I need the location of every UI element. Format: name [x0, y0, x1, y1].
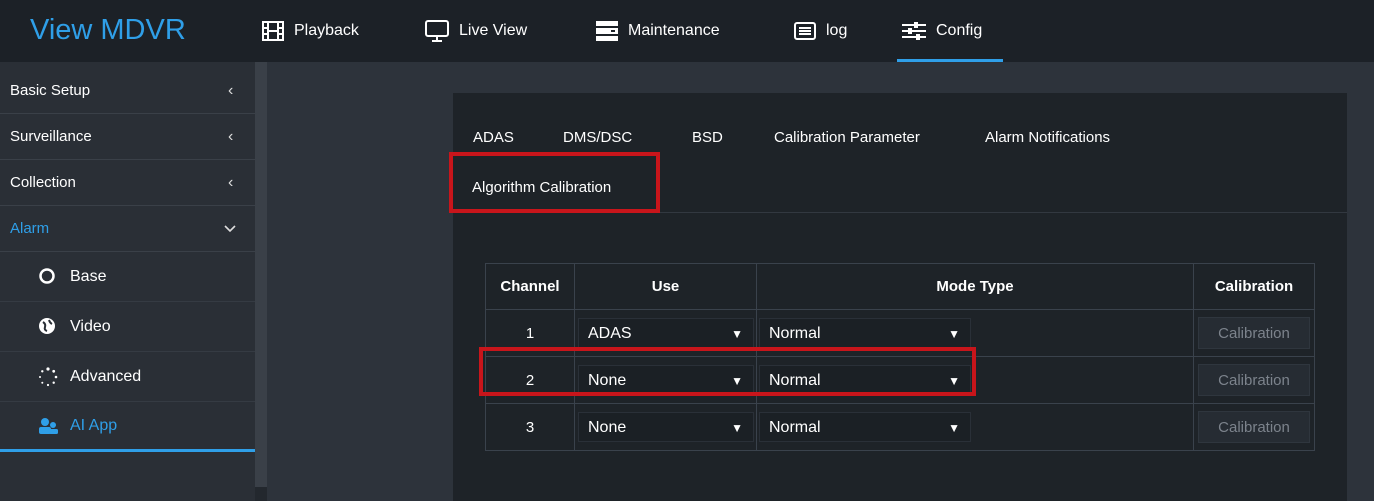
dropdown-arrow-icon: ▼ [731, 327, 743, 341]
sidebar-item-surveillance[interactable]: Surveillance ‹ [0, 114, 255, 160]
list-icon [794, 22, 816, 40]
nav-config[interactable]: Config [902, 0, 982, 62]
mode-cell: Normal ▼ [756, 403, 1194, 451]
sidebar-subitem-advanced[interactable]: Advanced [0, 352, 255, 402]
monitor-icon [425, 20, 449, 42]
tab-bsd[interactable]: BSD [692, 129, 723, 146]
calibration-button[interactable]: Calibration [1198, 317, 1310, 349]
highlight-box-tab [449, 152, 660, 213]
nav-log-label: log [826, 22, 848, 39]
use-cell: None ▼ [574, 403, 757, 451]
sidebar-item-alarm[interactable]: Alarm [0, 206, 255, 252]
nav-log[interactable]: log [794, 0, 847, 62]
sidebar-scrollbar[interactable] [255, 62, 267, 501]
dropdown-arrow-icon: ▼ [731, 421, 743, 435]
use-select-value: None [588, 419, 627, 436]
sidebar-subitem-label: Video [70, 317, 111, 335]
circle-icon [38, 267, 56, 290]
sidebar-item-label: Basic Setup [10, 82, 91, 99]
tab-dms-dsc[interactable]: DMS/DSC [563, 129, 632, 146]
table-header-row: Channel Use Mode Type Calibration [485, 263, 1315, 310]
sidebar-item-collection[interactable]: Collection ‹ [0, 160, 255, 206]
column-header-use: Use [574, 263, 757, 310]
sidebar-subitem-label: AI App [70, 417, 118, 434]
mode-select-value: Normal [769, 419, 821, 436]
chevron-left-icon: ‹ [228, 173, 234, 191]
spinner-icon [38, 367, 58, 392]
table-row: 3 None ▼ Normal ▼ Calibration [485, 403, 1315, 451]
mode-select[interactable]: Normal ▼ [759, 412, 971, 442]
highlight-box-row [479, 347, 976, 396]
nav-live-view[interactable]: Live View [425, 0, 527, 62]
users-icon [38, 417, 58, 440]
mode-select-value: Normal [769, 325, 821, 342]
calibration-button[interactable]: Calibration [1198, 411, 1310, 443]
column-header-mode-type: Mode Type [756, 263, 1194, 310]
nav-config-label: Config [936, 22, 983, 39]
nav-playback[interactable]: Playback [262, 0, 359, 62]
sidebar-item-label: Surveillance [10, 128, 92, 145]
sidebar-item-label: Collection [10, 174, 76, 191]
app-title: View MDVR [30, 14, 186, 46]
chevron-left-icon: ‹ [228, 81, 234, 99]
nav-maintenance[interactable]: Maintenance [596, 0, 720, 62]
calibration-cell: Calibration [1193, 403, 1315, 451]
dropdown-arrow-icon: ▼ [948, 327, 960, 341]
mode-select[interactable]: Normal ▼ [759, 318, 971, 348]
sidebar-subitem-label: Advanced [70, 367, 142, 385]
chevron-left-icon: ‹ [228, 127, 234, 145]
calibration-button[interactable]: Calibration [1198, 364, 1310, 396]
nav-maintenance-label: Maintenance [628, 22, 720, 39]
nav-live-view-label: Live View [459, 22, 528, 39]
use-select[interactable]: None ▼ [578, 412, 754, 442]
top-bar: View MDVR Playback Live View Maintenance… [0, 0, 1374, 62]
sidebar-subitem-ai-app[interactable]: AI App [0, 402, 255, 450]
scrollbar-thumb[interactable] [255, 62, 267, 487]
tab-calibration-parameter[interactable]: Calibration Parameter [774, 129, 920, 146]
channel-cell: 3 [485, 403, 575, 451]
globe-icon [38, 317, 56, 340]
use-select-value: ADAS [588, 325, 632, 342]
sidebar-subitem-video[interactable]: Video [0, 302, 255, 352]
sidebar-item-basic-setup[interactable]: Basic Setup ‹ [0, 68, 255, 114]
calibration-cell: Calibration [1193, 356, 1315, 404]
calibration-cell: Calibration [1193, 309, 1315, 357]
dropdown-arrow-icon: ▼ [948, 421, 960, 435]
chevron-down-icon [224, 220, 236, 238]
column-header-calibration: Calibration [1193, 263, 1315, 310]
tab-alarm-notifications[interactable]: Alarm Notifications [985, 129, 1110, 146]
sidebar-subitem-label: Base [70, 267, 107, 285]
sidebar-item-label: Alarm [10, 220, 50, 237]
server-icon [596, 21, 618, 41]
sidebar-subitem-base[interactable]: Base [0, 252, 255, 302]
column-header-channel: Channel [485, 263, 575, 310]
film-icon [262, 21, 284, 41]
nav-playback-label: Playback [294, 22, 359, 39]
use-select[interactable]: ADAS ▼ [578, 318, 754, 348]
sliders-icon [902, 21, 926, 41]
tab-adas[interactable]: ADAS [473, 129, 514, 146]
active-sidebar-indicator [0, 449, 255, 452]
